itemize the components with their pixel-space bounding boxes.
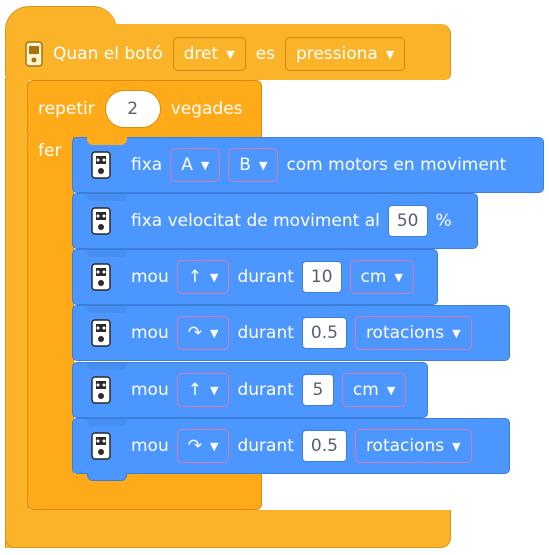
unit-dropdown[interactable]: rotacions ▼ — [354, 316, 472, 350]
hub-icon — [91, 432, 111, 460]
notch — [87, 362, 127, 370]
chevron-down-icon: ▼ — [394, 270, 403, 284]
bottom-notch — [87, 473, 127, 481]
chevron-down-icon: ▼ — [452, 326, 461, 340]
chevron-down-icon: ▼ — [386, 383, 396, 397]
hub-icon — [91, 319, 111, 347]
unit-dropdown[interactable]: cm ▼ — [341, 373, 407, 407]
hub-icon — [91, 207, 111, 235]
rotations-input[interactable]: 0.5 — [301, 317, 347, 349]
hat-label-prefix: Quan el botó — [53, 44, 163, 64]
block-label: mou — [131, 380, 169, 400]
repeat-label-prefix: repetir — [38, 99, 95, 119]
chevron-down-icon: ▼ — [452, 439, 461, 453]
move-distance-block[interactable]: mou ↑ ▼ durant 10 cm ▼ — [72, 249, 438, 305]
block-label: mou — [131, 267, 169, 287]
hub-icon — [91, 376, 111, 404]
rotate-right-icon: ↷ — [187, 323, 202, 343]
state-dropdown-value: pressiona — [295, 44, 378, 64]
chevron-down-icon: ▼ — [258, 158, 268, 172]
set-movement-speed-block[interactable]: fixa velocitat de moviment al 50 % — [72, 193, 478, 249]
up-arrow-icon: ↑ — [187, 380, 202, 400]
block-label: mou — [131, 436, 169, 456]
notch — [87, 249, 127, 257]
block-label: fixa — [131, 155, 163, 175]
block-label-suffix: com motors en moviment — [286, 155, 507, 175]
button-dropdown[interactable]: dret ▼ — [172, 37, 246, 71]
motor-a-dropdown[interactable]: A ▼ — [170, 148, 221, 182]
unit-value: rotacions — [365, 436, 445, 456]
notch — [87, 193, 127, 201]
repeat-do-label: fer — [38, 141, 62, 161]
chevron-down-icon: ▼ — [226, 47, 235, 61]
notch — [87, 418, 127, 426]
hat-block-footer — [5, 510, 451, 548]
chevron-down-icon: ▼ — [210, 383, 219, 397]
motor-b-value: B — [239, 155, 251, 175]
hat-content: Quan el botó dret ▼ es pressiona ▼ — [25, 37, 406, 71]
unit-dropdown[interactable]: rotacions ▼ — [354, 429, 472, 463]
block-label-mid: durant — [237, 267, 294, 287]
unit-value: cm — [360, 267, 387, 287]
block-label-mid: durant — [237, 380, 294, 400]
direction-dropdown[interactable]: ↷ ▼ — [176, 429, 230, 463]
unit-value: cm — [352, 380, 379, 400]
chevron-down-icon: ▼ — [210, 439, 219, 453]
speed-input[interactable]: 50 — [387, 205, 428, 237]
block-label: fixa velocitat de moviment al — [131, 211, 380, 231]
repeat-count-input[interactable]: 2 — [104, 90, 161, 128]
unit-value: rotacions — [365, 323, 445, 343]
hat-block-bottom — [5, 78, 29, 548]
hub-icon — [91, 151, 111, 179]
chevron-down-icon: ▼ — [385, 47, 395, 61]
motor-a-value: A — [181, 155, 193, 175]
motor-b-dropdown[interactable]: B ▼ — [228, 148, 279, 182]
move-distance-block[interactable]: mou ↑ ▼ durant 5 cm ▼ — [72, 362, 428, 418]
direction-dropdown[interactable]: ↷ ▼ — [176, 316, 230, 350]
notch — [87, 137, 127, 145]
chevron-down-icon: ▼ — [200, 158, 210, 172]
code-canvas: Quan el botó dret ▼ es pressiona ▼ repet… — [0, 0, 549, 555]
chevron-down-icon: ▼ — [210, 326, 219, 340]
distance-input[interactable]: 10 — [301, 261, 342, 293]
block-label: mou — [131, 323, 169, 343]
repeat-label-suffix: vegades — [170, 99, 243, 119]
up-arrow-icon: ↑ — [187, 267, 202, 287]
unit-label: % — [435, 211, 452, 231]
direction-dropdown[interactable]: ↑ ▼ — [176, 373, 230, 407]
rotations-input[interactable]: 0.5 — [301, 430, 347, 462]
distance-input[interactable]: 5 — [301, 374, 334, 406]
block-label-mid: durant — [237, 323, 294, 343]
set-movement-motors-block[interactable]: fixa A ▼ B ▼ com motors en moviment — [72, 137, 544, 193]
unit-dropdown[interactable]: cm ▼ — [349, 260, 414, 294]
repeat-block-bottom — [27, 474, 262, 510]
button-dropdown-value: dret — [183, 44, 219, 64]
hat-label-mid: es — [255, 44, 275, 64]
repeat-block-arm — [27, 136, 74, 476]
move-rotations-block[interactable]: mou ↷ ▼ durant 0.5 rotacions ▼ — [72, 305, 510, 361]
chevron-down-icon: ▼ — [210, 270, 219, 284]
direction-dropdown[interactable]: ↑ ▼ — [176, 260, 230, 294]
repeat-header: repetir 2 vegades — [38, 90, 243, 128]
state-dropdown[interactable]: pressiona ▼ — [284, 37, 406, 71]
block-label-mid: durant — [237, 436, 294, 456]
rotate-right-icon: ↷ — [187, 436, 202, 456]
hub-icon — [91, 263, 111, 291]
move-rotations-block[interactable]: mou ↷ ▼ durant 0.5 rotacions ▼ — [72, 418, 510, 481]
hub-icon — [25, 41, 43, 67]
notch — [87, 305, 127, 313]
